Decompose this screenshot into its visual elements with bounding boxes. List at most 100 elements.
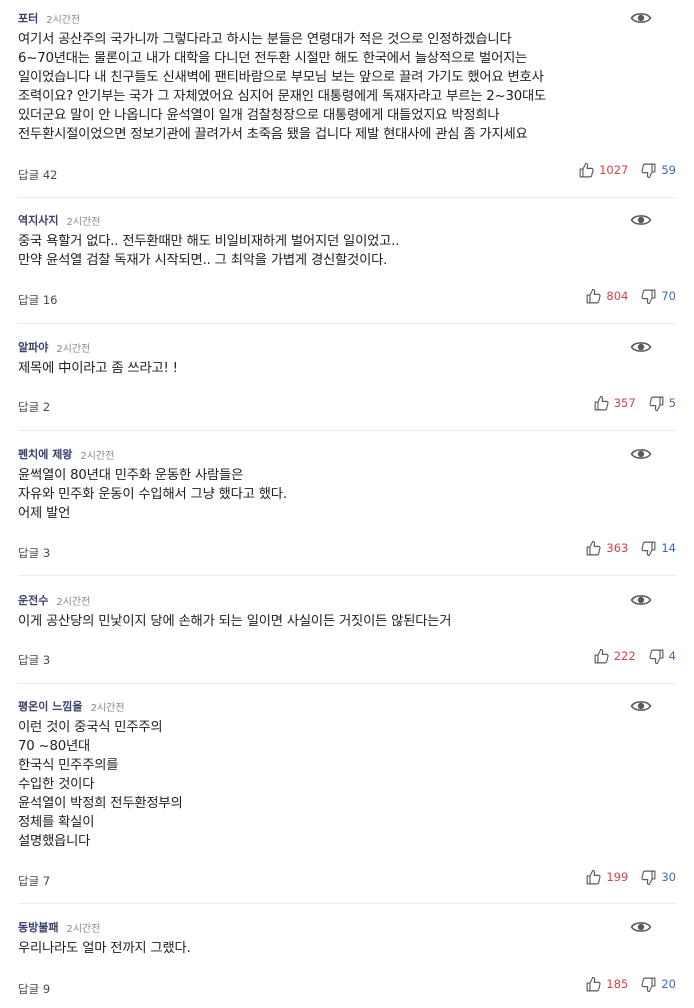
comment-item: 역지사지 2시간전 중국 욕할거 없다.. 전두환때만 해도 비일비재하게 벌어… (18, 212, 676, 324)
reply-button[interactable]: 답글 3 (18, 652, 50, 668)
like-count: 363 (606, 541, 629, 555)
comment-text: 여기서 공산주의 국가니까 그렇다라고 하시는 분들은 연령대가 적은 것으로 … (18, 32, 547, 142)
reply-count: 2 (42, 400, 51, 414)
reply-label: 답글 (18, 400, 40, 414)
comment-text: 이런 것이 중국식 민주주의 70 ~80년대 한국식 민주주의를 수입한 것이… (18, 720, 183, 849)
comment-text: 이게 공산당의 민낯이지 당에 손해가 되는 일이면 사실이든 거짓이든 않된다… (18, 614, 452, 629)
reply-count: 9 (42, 982, 51, 996)
dislike-button[interactable]: 59 (640, 162, 676, 179)
thumbs-down-icon (641, 541, 656, 556)
like-button[interactable]: 185 (585, 976, 628, 993)
dislike-count: 4 (668, 649, 676, 663)
like-count: 199 (606, 870, 629, 884)
dislike-button[interactable]: 20 (640, 976, 676, 993)
comment-time: 2시간전 (80, 450, 115, 462)
comment-text: 제목에 中이라고 좀 쓰라고! ! (18, 361, 178, 376)
reply-button[interactable]: 답글 7 (18, 873, 50, 889)
comment-meta: 평온이 느낌을 2시간전 (18, 698, 125, 714)
vote-area: 357 5 (593, 394, 676, 412)
reply-count: 3 (42, 546, 51, 560)
comment-text: 중국 욕할거 없다.. 전두환때만 해도 비일비재하게 벌어지던 일이었고.. … (18, 234, 400, 268)
vote-area: 363 14 (585, 539, 676, 557)
comment-item: 평온이 느낌을 2시간전 이런 것이 중국식 민주주의 70 ~80년대 한국식… (18, 698, 676, 904)
eye-icon[interactable] (630, 446, 652, 462)
reply-count: 16 (42, 293, 58, 307)
thumbs-down-icon (649, 649, 664, 664)
thumbs-up-icon (586, 540, 601, 555)
reply-label: 답글 (18, 168, 40, 182)
comment-time: 2시간전 (46, 14, 81, 26)
reply-count: 42 (42, 168, 58, 182)
thumbs-up-icon (594, 395, 609, 410)
eye-icon[interactable] (630, 919, 652, 935)
like-count: 1027 (599, 163, 629, 177)
comment-item: 포터 2시간전 여기서 공산주의 국가니까 그렇다라고 하시는 분들은 연령대가… (18, 10, 676, 198)
like-button[interactable]: 804 (585, 288, 628, 305)
reply-label: 답글 (18, 874, 40, 888)
dislike-count: 59 (661, 163, 676, 177)
dislike-button[interactable]: 4 (648, 648, 676, 665)
reply-count: 7 (42, 874, 51, 888)
comment-author[interactable]: 알파야 (18, 339, 48, 355)
reply-button[interactable]: 답글 16 (18, 292, 57, 308)
dislike-button[interactable]: 30 (640, 869, 676, 886)
dislike-count: 14 (661, 541, 676, 555)
like-button[interactable]: 199 (585, 869, 628, 886)
comment-item: 동방불패 2시간전 우리나라도 얼마 전까지 그랬다. 답글 9 185 20 (18, 919, 676, 1007)
comment-meta: 동방불패 2시간전 (18, 919, 100, 935)
eye-icon[interactable] (630, 10, 652, 26)
eye-icon[interactable] (630, 339, 652, 355)
comment-author[interactable]: 펜치에 제왕 (18, 446, 72, 462)
thumbs-down-icon (649, 396, 664, 411)
thumbs-up-icon (586, 976, 601, 991)
reply-button[interactable]: 답글 2 (18, 399, 50, 415)
comment-author[interactable]: 포터 (18, 10, 38, 26)
comment-author[interactable]: 운전수 (18, 592, 48, 608)
comment-item: 펜치에 제왕 2시간전 윤썩열이 80년대 민주화 운동한 사람들은 자유와 민… (18, 446, 676, 576)
like-button[interactable]: 363 (585, 540, 628, 557)
dislike-button[interactable]: 14 (640, 540, 676, 557)
reply-label: 답글 (18, 546, 40, 560)
reply-label: 답글 (18, 653, 40, 667)
comment-meta: 역지사지 2시간전 (18, 212, 100, 228)
comment-text: 윤썩열이 80년대 민주화 운동한 사람들은 자유와 민주화 운동이 수입해서 … (18, 468, 287, 521)
reply-button[interactable]: 답글 42 (18, 167, 57, 183)
reply-count: 3 (42, 653, 51, 667)
eye-icon[interactable] (630, 592, 652, 608)
dislike-count: 5 (668, 396, 676, 410)
dislike-count: 20 (661, 977, 676, 991)
comment-time: 2시간전 (56, 343, 91, 355)
like-count: 222 (613, 649, 636, 663)
comment-item: 운전수 2시간전 이게 공산당의 민낯이지 당에 손해가 되는 일이면 사실이든… (18, 592, 676, 684)
comment-meta: 포터 2시간전 (18, 10, 80, 26)
vote-area: 185 20 (585, 975, 676, 993)
comment-meta: 운전수 2시간전 (18, 592, 90, 608)
like-button[interactable]: 222 (593, 648, 636, 665)
like-button[interactable]: 1027 (578, 162, 628, 179)
reply-label: 답글 (18, 293, 40, 307)
dislike-button[interactable]: 5 (648, 395, 676, 412)
thumbs-down-icon (641, 870, 656, 885)
eye-icon[interactable] (630, 212, 652, 228)
thumbs-up-icon (586, 288, 601, 303)
thumbs-down-icon (641, 977, 656, 992)
vote-area: 199 30 (585, 868, 676, 886)
comment-time: 2시간전 (56, 596, 91, 608)
comment-meta: 펜치에 제왕 2시간전 (18, 446, 114, 462)
vote-area: 1027 59 (578, 161, 676, 179)
comment-time: 2시간전 (90, 702, 125, 714)
comment-item: 알파야 2시간전 제목에 中이라고 좀 쓰라고! ! 답글 2 357 5 (18, 339, 676, 431)
reply-button[interactable]: 답글 9 (18, 981, 50, 997)
like-button[interactable]: 357 (593, 395, 636, 412)
comment-meta: 알파야 2시간전 (18, 339, 90, 355)
reply-label: 답글 (18, 982, 40, 996)
thumbs-up-icon (579, 162, 594, 177)
like-count: 185 (606, 977, 629, 991)
comment-author[interactable]: 동방불패 (18, 919, 58, 935)
vote-area: 804 70 (585, 287, 676, 305)
eye-icon[interactable] (630, 698, 652, 714)
comment-author[interactable]: 평온이 느낌을 (18, 698, 83, 714)
comment-author[interactable]: 역지사지 (18, 212, 58, 228)
dislike-button[interactable]: 70 (640, 288, 676, 305)
reply-button[interactable]: 답글 3 (18, 545, 50, 561)
